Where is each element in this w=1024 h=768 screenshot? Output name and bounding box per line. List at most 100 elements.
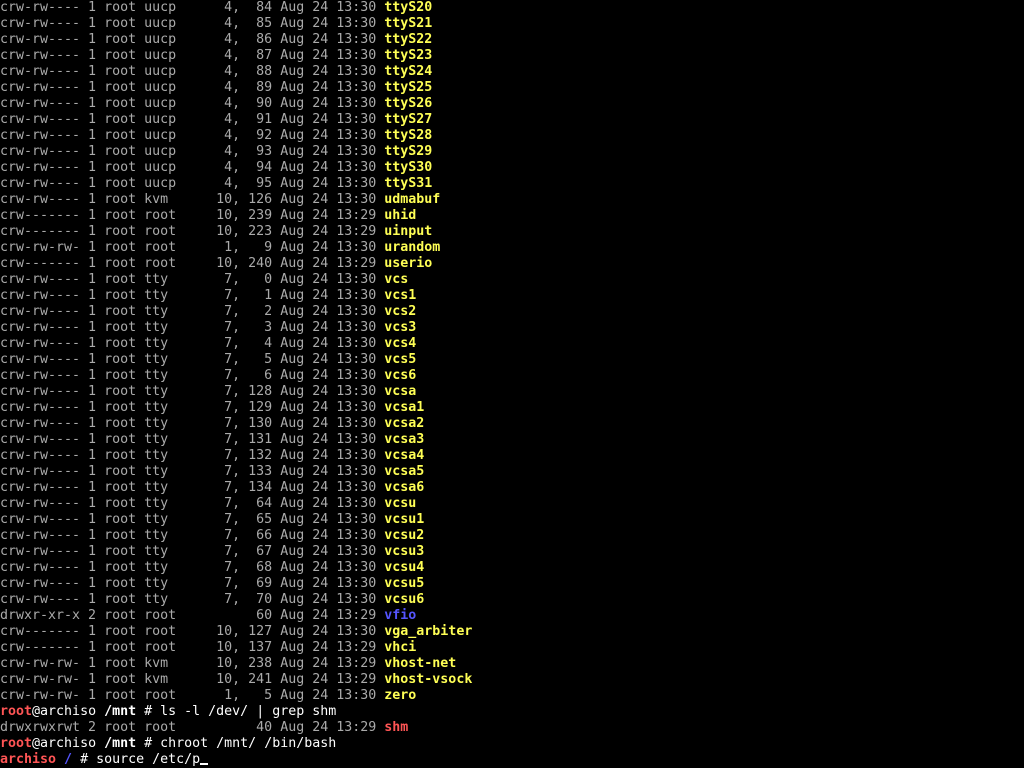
file-meta: crw-rw---- 1 root uucp 4, 86 Aug 24 13:3… xyxy=(0,32,385,47)
file-meta: crw-rw---- 1 root kvm 10, 126 Aug 24 13:… xyxy=(0,192,385,207)
device-name: zero xyxy=(384,688,417,703)
file-meta: drwxrwxrwt 2 root root 40 Aug 24 13:29 xyxy=(0,720,385,735)
file-meta: crw-rw---- 1 root uucp 4, 85 Aug 24 13:3… xyxy=(0,16,385,31)
prompt-line: root@archiso /mnt # chroot /mnt/ /bin/ba… xyxy=(0,736,1024,752)
listing-row: crw-rw-rw- 1 root kvm 10, 241 Aug 24 13:… xyxy=(0,672,1024,688)
file-meta: crw------- 1 root root 10, 137 Aug 24 13… xyxy=(0,640,385,655)
file-meta: crw-rw---- 1 root tty 7, 67 Aug 24 13:30 xyxy=(0,544,385,559)
device-name: urandom xyxy=(384,240,441,255)
listing-row: crw-rw---- 1 root tty 7, 68 Aug 24 13:30… xyxy=(0,560,1024,576)
listing-row: crw-rw---- 1 root uucp 4, 90 Aug 24 13:3… xyxy=(0,96,1024,112)
directory-name: shm xyxy=(384,720,409,735)
listing-row: crw-rw---- 1 root tty 7, 6 Aug 24 13:30 … xyxy=(0,368,1024,384)
device-name: ttyS30 xyxy=(384,160,433,175)
device-name: vhci xyxy=(384,640,417,655)
file-meta: crw-rw---- 1 root tty 7, 129 Aug 24 13:3… xyxy=(0,400,385,415)
device-name: vcsa3 xyxy=(384,432,425,447)
prompt-user: root xyxy=(0,736,33,751)
listing-row: crw-rw---- 1 root tty 7, 2 Aug 24 13:30 … xyxy=(0,304,1024,320)
device-name: vcs5 xyxy=(384,352,417,367)
device-name: vcsa xyxy=(384,384,417,399)
device-name: vcsa1 xyxy=(384,400,425,415)
device-name: vcs2 xyxy=(384,304,417,319)
listing-row: crw-rw---- 1 root tty 7, 66 Aug 24 13:30… xyxy=(0,528,1024,544)
file-meta: crw-rw---- 1 root uucp 4, 89 Aug 24 13:3… xyxy=(0,80,385,95)
prompt-host: archiso xyxy=(0,752,57,767)
file-meta: crw------- 1 root root 10, 127 Aug 24 13… xyxy=(0,624,385,639)
device-name: ttyS20 xyxy=(384,0,433,15)
file-meta: crw-rw---- 1 root tty 7, 65 Aug 24 13:30 xyxy=(0,512,385,527)
file-meta: crw-rw---- 1 root uucp 4, 87 Aug 24 13:3… xyxy=(0,48,385,63)
device-name: vcs xyxy=(384,272,409,287)
listing-row: crw------- 1 root root 10, 127 Aug 24 13… xyxy=(0,624,1024,640)
device-name: ttyS23 xyxy=(384,48,433,63)
listing-row: crw-rw---- 1 root tty 7, 3 Aug 24 13:30 … xyxy=(0,320,1024,336)
device-name: ttyS29 xyxy=(384,144,433,159)
file-meta: crw-rw-rw- 1 root kvm 10, 238 Aug 24 13:… xyxy=(0,656,385,671)
listing-row: crw-rw---- 1 root tty 7, 130 Aug 24 13:3… xyxy=(0,416,1024,432)
device-name: userio xyxy=(384,256,433,271)
file-meta: crw-rw---- 1 root tty 7, 3 Aug 24 13:30 xyxy=(0,320,385,335)
file-meta: crw-rw---- 1 root uucp 4, 94 Aug 24 13:3… xyxy=(0,160,385,175)
terminal-screen[interactable]: crw-rw---- 1 root uucp 4, 84 Aug 24 13:3… xyxy=(0,0,1024,768)
listing-row: crw-rw---- 1 root tty 7, 132 Aug 24 13:3… xyxy=(0,448,1024,464)
listing-row: crw-rw---- 1 root tty 7, 67 Aug 24 13:30… xyxy=(0,544,1024,560)
listing-row: crw-rw---- 1 root uucp 4, 89 Aug 24 13:3… xyxy=(0,80,1024,96)
device-name: vcsu4 xyxy=(384,560,425,575)
file-meta: crw-rw---- 1 root tty 7, 70 Aug 24 13:30 xyxy=(0,592,385,607)
file-meta: crw-rw---- 1 root tty 7, 131 Aug 24 13:3… xyxy=(0,432,385,447)
device-name: vcsu1 xyxy=(384,512,425,527)
prompt-line: root@archiso /mnt # ls -l /dev/ | grep s… xyxy=(0,704,1024,720)
listing-row: crw------- 1 root root 10, 240 Aug 24 13… xyxy=(0,256,1024,272)
device-name: vcsa2 xyxy=(384,416,425,431)
prompt-host: @archiso xyxy=(32,704,97,719)
file-meta: crw-rw---- 1 root tty 7, 133 Aug 24 13:3… xyxy=(0,464,385,479)
device-name: vcsu6 xyxy=(384,592,425,607)
device-name: uinput xyxy=(384,224,433,239)
device-name: vcs6 xyxy=(384,368,417,383)
device-name: vhost-net xyxy=(384,656,457,671)
prompt-command: # chroot /mnt/ /bin/bash xyxy=(136,736,337,751)
device-name: ttyS24 xyxy=(384,64,433,79)
listing-row: crw-rw---- 1 root uucp 4, 93 Aug 24 13:3… xyxy=(0,144,1024,160)
listing-row: crw-rw---- 1 root uucp 4, 84 Aug 24 13:3… xyxy=(0,0,1024,16)
file-meta: crw-rw---- 1 root tty 7, 1 Aug 24 13:30 xyxy=(0,288,385,303)
listing-row: crw-rw---- 1 root tty 7, 0 Aug 24 13:30 … xyxy=(0,272,1024,288)
listing-row: crw-rw---- 1 root tty 7, 133 Aug 24 13:3… xyxy=(0,464,1024,480)
listing-row: crw-rw---- 1 root uucp 4, 91 Aug 24 13:3… xyxy=(0,112,1024,128)
listing-row: crw-rw---- 1 root tty 7, 5 Aug 24 13:30 … xyxy=(0,352,1024,368)
listing-row: crw-rw---- 1 root uucp 4, 85 Aug 24 13:3… xyxy=(0,16,1024,32)
listing-row: crw-rw---- 1 root uucp 4, 92 Aug 24 13:3… xyxy=(0,128,1024,144)
file-meta: crw-rw---- 1 root uucp 4, 91 Aug 24 13:3… xyxy=(0,112,385,127)
prompt-path: / xyxy=(56,752,73,767)
command-input[interactable]: # source /etc/p xyxy=(72,752,200,767)
listing-row: crw-rw---- 1 root tty 7, 65 Aug 24 13:30… xyxy=(0,512,1024,528)
device-name: ttyS28 xyxy=(384,128,433,143)
file-meta: crw-rw---- 1 root uucp 4, 84 Aug 24 13:3… xyxy=(0,0,385,15)
file-meta: crw-rw---- 1 root uucp 4, 95 Aug 24 13:3… xyxy=(0,176,385,191)
file-meta: crw-rw---- 1 root tty 7, 68 Aug 24 13:30 xyxy=(0,560,385,575)
device-name: udmabuf xyxy=(384,192,441,207)
listing-row: crw-rw---- 1 root tty 7, 1 Aug 24 13:30 … xyxy=(0,288,1024,304)
device-name: vcsa5 xyxy=(384,464,425,479)
device-name: vga_arbiter xyxy=(384,624,473,639)
device-name: uhid xyxy=(384,208,417,223)
device-name: ttyS27 xyxy=(384,112,433,127)
listing-row: crw-rw---- 1 root tty 7, 69 Aug 24 13:30… xyxy=(0,576,1024,592)
device-name: vcsu5 xyxy=(384,576,425,591)
device-name: vcsu xyxy=(384,496,417,511)
listing-row: crw-rw-rw- 1 root kvm 10, 238 Aug 24 13:… xyxy=(0,656,1024,672)
device-name: vhost-vsock xyxy=(384,672,473,687)
file-meta: crw-rw---- 1 root tty 7, 134 Aug 24 13:3… xyxy=(0,480,385,495)
listing-row: drwxrwxrwt 2 root root 40 Aug 24 13:29 s… xyxy=(0,720,1024,736)
device-name: ttyS31 xyxy=(384,176,433,191)
device-name: vcsa6 xyxy=(384,480,425,495)
device-name: ttyS26 xyxy=(384,96,433,111)
file-meta: crw-rw---- 1 root tty 7, 2 Aug 24 13:30 xyxy=(0,304,385,319)
command-input-line[interactable]: archiso / # source /etc/p xyxy=(0,752,1024,768)
file-meta: crw-rw-rw- 1 root root 1, 9 Aug 24 13:30 xyxy=(0,240,385,255)
directory-name: vfio xyxy=(384,608,417,623)
listing-row: crw-rw---- 1 root uucp 4, 95 Aug 24 13:3… xyxy=(0,176,1024,192)
device-name: ttyS25 xyxy=(384,80,433,95)
file-meta: crw-rw---- 1 root tty 7, 132 Aug 24 13:3… xyxy=(0,448,385,463)
